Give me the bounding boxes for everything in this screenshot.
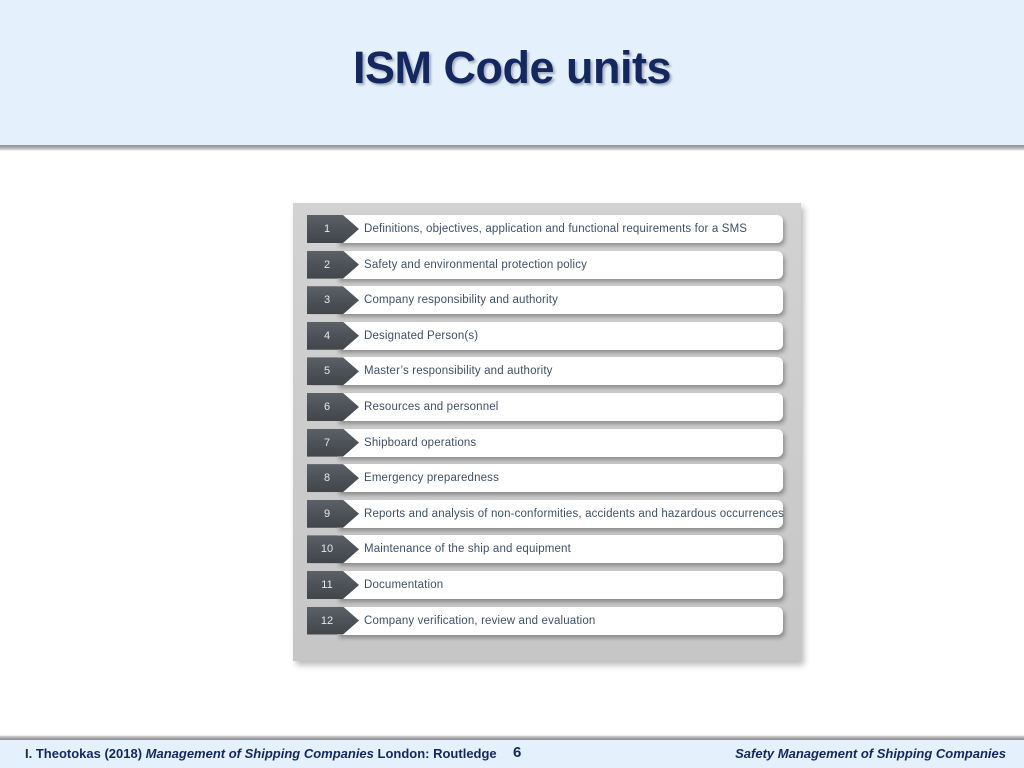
- list-item[interactable]: 1 Definitions, objectives, application a…: [307, 215, 783, 243]
- page-number: 6: [513, 744, 522, 761]
- row-label: Emergency preparedness: [364, 472, 499, 485]
- row-number: 7: [323, 436, 331, 449]
- row-label: Documentation: [364, 578, 444, 591]
- list-item[interactable]: 6 Resources and personnel: [307, 392, 783, 421]
- row-label: Designated Person(s): [364, 329, 479, 342]
- header-divider-rule: [0, 145, 1024, 151]
- row-label: Company verification, review and evaluat…: [364, 614, 596, 627]
- footer-section-label: Safety Management of Shipping Companies: [735, 746, 1006, 761]
- row-label: Shipboard operations: [364, 436, 477, 449]
- row-number: 12: [320, 614, 334, 627]
- row-label: Company responsibility and authority: [364, 294, 558, 307]
- list-item[interactable]: 9 Reports and analysis of non-conformiti…: [307, 499, 785, 528]
- row-label: Maintenance of the ship and equipment: [364, 543, 571, 556]
- row-number: 4: [323, 329, 331, 342]
- list-item[interactable]: 7 Shipboard operations: [307, 428, 783, 457]
- row-number: 3: [323, 294, 331, 307]
- row-number: 9: [323, 507, 331, 520]
- ism-units-list: 1 Definitions, objectives, application a…: [293, 215, 801, 635]
- citation-publisher: London: Routledge: [373, 746, 497, 761]
- list-item[interactable]: 4 Designated Person(s): [307, 321, 783, 350]
- row-number: 2: [323, 258, 331, 271]
- row-number: 6: [323, 400, 331, 413]
- footer-citation: I. Theotokas (2018) Management of Shippi…: [25, 746, 497, 761]
- list-item[interactable]: 11 Documentation: [307, 570, 783, 599]
- row-number: 8: [323, 472, 331, 485]
- row-number: 1: [323, 223, 331, 235]
- list-item[interactable]: 8 Emergency preparedness: [307, 464, 783, 493]
- list-item[interactable]: 2 Safety and environmental protection po…: [307, 250, 783, 279]
- row-label: Master’s responsibility and authority: [364, 365, 553, 378]
- row-number: 5: [323, 365, 331, 378]
- citation-author: I. Theotokas (2018): [25, 746, 146, 761]
- row-label: Resources and personnel: [364, 400, 499, 413]
- row-label: Definitions, objectives, application and…: [364, 223, 748, 235]
- row-number: 11: [321, 578, 333, 591]
- row-number: 10: [320, 543, 334, 556]
- list-item[interactable]: 5 Master’s responsibility and authority: [307, 357, 783, 386]
- list-item[interactable]: 10 Maintenance of the ship and equipment: [307, 535, 783, 564]
- list-item[interactable]: 12 Company verification, review and eval…: [307, 606, 783, 635]
- ism-code-units-panel: 1 Definitions, objectives, application a…: [293, 203, 801, 661]
- row-label: Reports and analysis of non-conformities…: [364, 507, 785, 520]
- list-item[interactable]: 3 Company responsibility and authority: [307, 286, 783, 315]
- row-label: Safety and environmental protection poli…: [364, 258, 588, 271]
- citation-title: Management of Shipping Companies: [145, 746, 374, 761]
- page-title: ISM Code units: [353, 42, 672, 93]
